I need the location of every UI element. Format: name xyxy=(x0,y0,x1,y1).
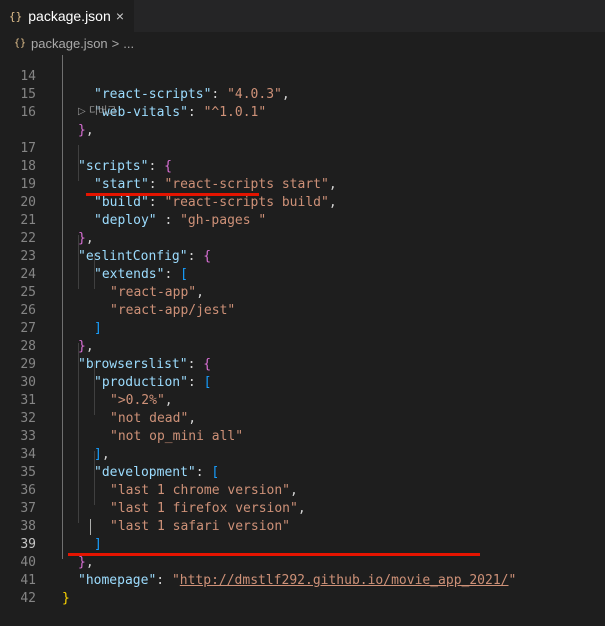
line-number: 42 xyxy=(20,591,36,606)
code-line: 18 "start": "react-scripts start", xyxy=(0,140,605,192)
code-line: 28 "browserslist": { xyxy=(0,320,605,372)
debug-codelens[interactable]: ▷ 디버그 xyxy=(78,105,116,119)
code-line: 14 "react-scripts": "4.0.3", xyxy=(0,50,605,102)
tab-package-json[interactable]: {} package.json × xyxy=(0,0,134,32)
code-line: 29 "production": [ xyxy=(0,338,605,390)
code-line: 36 "last 1 firefox version", xyxy=(0,464,605,516)
code-line: 38 ] xyxy=(0,500,605,552)
code-line: 31 "not dead", xyxy=(0,374,605,426)
breadcrumb-more[interactable]: ... xyxy=(123,36,134,51)
code-line: 40 "homepage": "http://dmstlf292.github.… xyxy=(0,536,605,588)
json-file-icon: {} xyxy=(14,37,27,49)
breadcrumb-file[interactable]: package.json xyxy=(31,36,108,51)
code-line: 23 "extends": [ xyxy=(0,230,605,282)
code-line: 19 "build": "react-scripts build", xyxy=(0,158,605,210)
code-line: 35 "last 1 chrome version", xyxy=(0,446,605,498)
tab-bar: {} package.json × xyxy=(0,0,605,32)
code-line: 16 }, xyxy=(0,86,605,138)
text-cursor xyxy=(90,519,91,535)
brace: } xyxy=(62,591,70,606)
code-line: 33 ], xyxy=(0,410,605,462)
code-line: 17 "scripts": { xyxy=(0,122,605,174)
code-line: 42 xyxy=(0,572,605,606)
code-line: 37 "last 1 safari version" xyxy=(0,482,605,534)
code-line: 34 "development": [ xyxy=(0,428,605,480)
code-line: 30 ">0.2%", xyxy=(0,356,605,408)
code-line: 21 }, xyxy=(0,194,605,246)
code-line: 27 }, xyxy=(0,302,605,354)
colon: : xyxy=(187,105,204,120)
code-line: 15 "web-vitals": "^1.0.1" xyxy=(0,68,605,120)
code-line: 32 "not op_mini all" xyxy=(0,392,605,444)
chevron-right-icon: > xyxy=(111,35,120,51)
json-file-icon: {} xyxy=(9,9,23,23)
code-line: 25 "react-app/jest" xyxy=(0,266,605,318)
line-number: 16 xyxy=(20,105,36,120)
code-line: 26 ] xyxy=(0,284,605,336)
json-value: "^1.0.1" xyxy=(203,105,267,120)
tab-title: package.json xyxy=(28,8,111,24)
code-line: 20 "deploy" : "gh-pages " xyxy=(0,176,605,228)
code-line: 41 } xyxy=(0,554,605,606)
close-icon[interactable]: × xyxy=(116,8,124,24)
code-line: 24 "react-app", xyxy=(0,248,605,300)
code-editor[interactable]: 14 "react-scripts": "4.0.3", 15 "web-vit… xyxy=(0,55,605,606)
code-line: 22 "eslintConfig": { xyxy=(0,212,605,264)
